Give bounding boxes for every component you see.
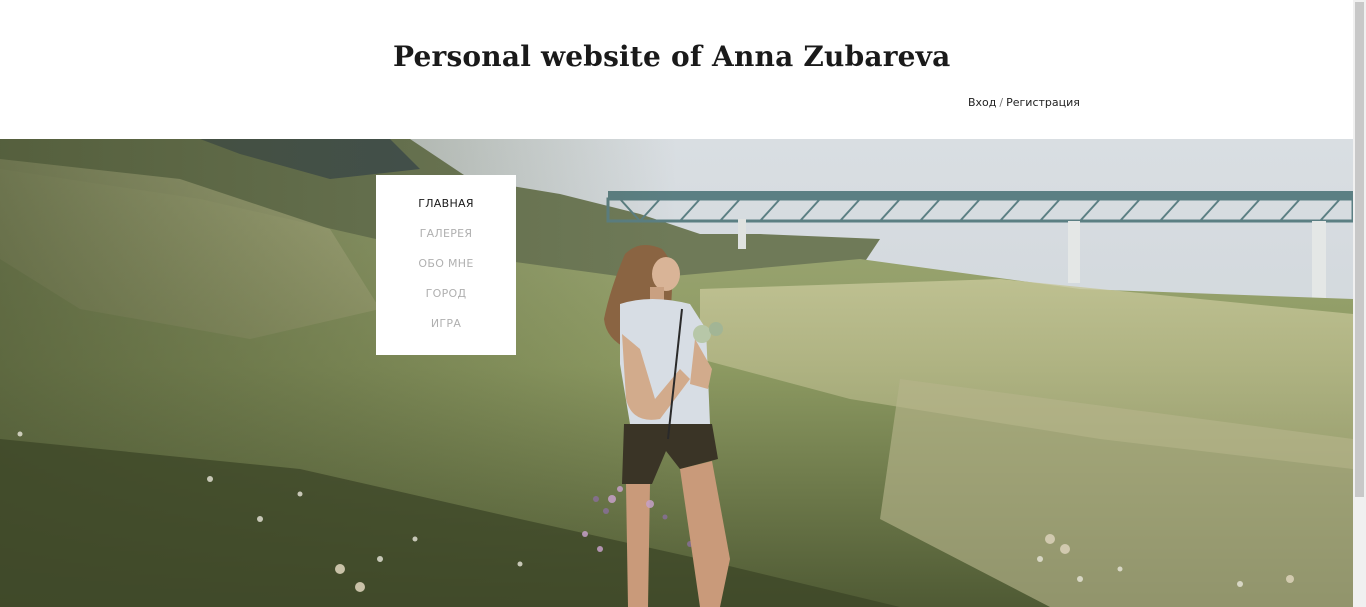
nav-item-home[interactable]: ГЛАВНАЯ bbox=[376, 193, 516, 223]
register-link[interactable]: Регистрация bbox=[1006, 96, 1080, 109]
page: Personal website of Anna Zubareva Вход / Р… bbox=[0, 0, 1366, 607]
login-link[interactable]: Вход bbox=[968, 96, 996, 109]
vertical-scrollbar[interactable] bbox=[1353, 0, 1366, 607]
auth-links: Вход / Регистрация bbox=[968, 96, 1080, 109]
scrollbar-thumb[interactable] bbox=[1355, 2, 1364, 497]
site-title: Personal website of Anna Zubareva bbox=[393, 40, 951, 73]
nav-item-game[interactable]: ИГРА bbox=[376, 313, 516, 343]
hero-photo-image bbox=[0, 139, 1353, 607]
nav-item-about[interactable]: ОБО МНЕ bbox=[376, 253, 516, 283]
nav-item-gallery[interactable]: ГАЛЕРЕЯ bbox=[376, 223, 516, 253]
nav-item-city[interactable]: ГОРОД bbox=[376, 283, 516, 313]
hero-photo bbox=[0, 139, 1353, 607]
auth-separator: / bbox=[999, 96, 1004, 109]
site-header: Personal website of Anna Zubareva Вход / Р… bbox=[0, 0, 1353, 139]
main-nav: ГЛАВНАЯ ГАЛЕРЕЯ ОБО МНЕ ГОРОД ИГРА bbox=[376, 175, 516, 355]
